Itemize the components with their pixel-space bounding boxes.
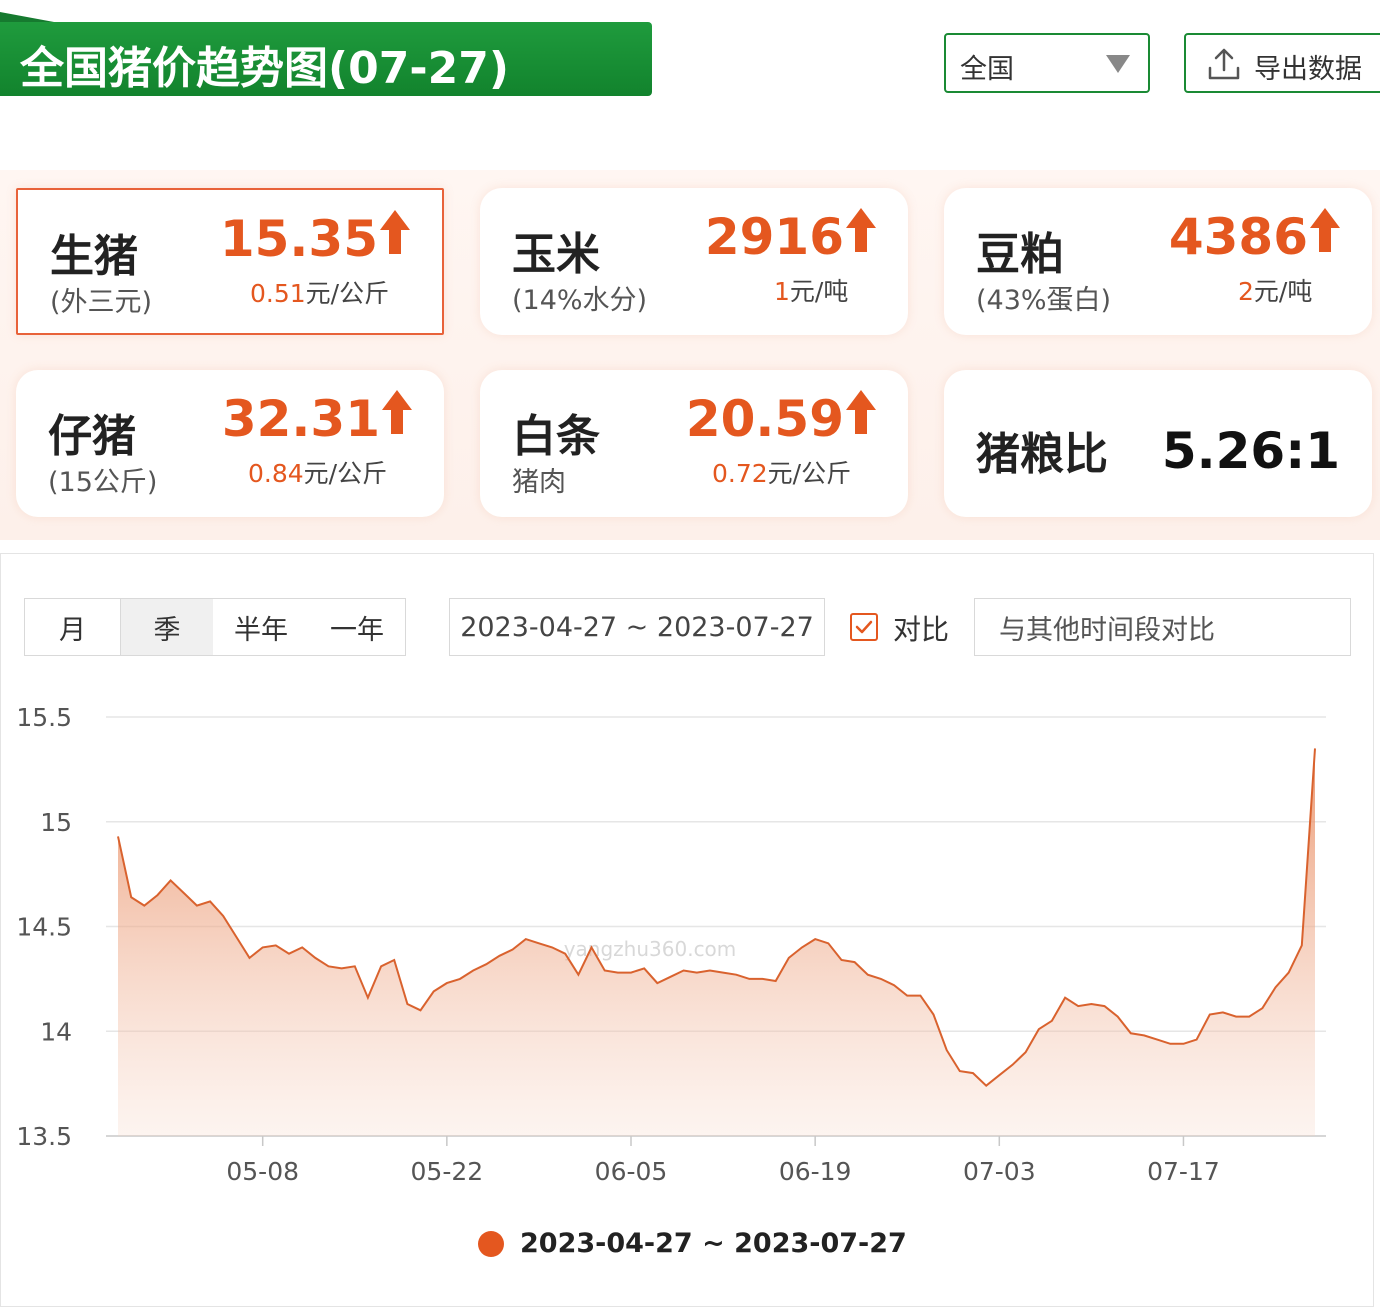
title-banner: 全国猪价趋势图(07-27)	[0, 12, 652, 96]
card-sub: 猪肉	[512, 467, 566, 498]
card-name: 生猪	[50, 231, 138, 282]
card-corn[interactable]: 玉米 (14%水分) 2916 1元/吨	[480, 188, 908, 335]
card-name: 玉米	[512, 229, 600, 280]
card-name: 豆粕	[976, 229, 1064, 280]
card-sub: (43%蛋白)	[976, 285, 1112, 316]
export-data-label: 导出数据	[1254, 54, 1362, 85]
arrow-up-icon	[380, 210, 410, 254]
compare-period-input[interactable]: 与其他时间段对比	[974, 598, 1351, 656]
y-tick-label: 14	[40, 1017, 72, 1046]
period-year[interactable]: 一年	[309, 599, 405, 655]
period-month[interactable]: 月	[25, 599, 121, 655]
card-change: 2元/吨	[1238, 277, 1313, 306]
arrow-up-icon	[382, 390, 412, 434]
legend-label: 2023-04-27 ~ 2023-07-27	[520, 1228, 907, 1259]
compare-label[interactable]: 对比	[893, 608, 949, 648]
x-tick-label: 05-22	[411, 1157, 484, 1186]
date-range-picker[interactable]: 2023-04-27 ~ 2023-07-27	[449, 598, 825, 656]
card-price: 32.31	[221, 390, 380, 448]
card-price: 2916	[704, 208, 844, 266]
x-tick-label: 07-03	[963, 1157, 1036, 1186]
arrow-up-icon	[846, 390, 876, 434]
period-selector: 月 季 半年 一年	[24, 598, 406, 656]
x-tick-label: 06-19	[779, 1157, 852, 1186]
card-sub: (14%水分)	[512, 285, 648, 316]
price-trend-chart: yangzhu360.com 15.51514.51413.5 05-08 05-…	[16, 703, 1326, 1186]
card-sub: (15公斤)	[48, 467, 158, 498]
card-price: 20.59	[685, 390, 844, 448]
region-select[interactable]: 全国	[944, 33, 1150, 93]
card-price: 15.35	[219, 210, 378, 268]
x-tick-label: 05-08	[226, 1157, 299, 1186]
card-change: 0.72元/公斤	[712, 459, 852, 488]
card-sub: (外三元)	[50, 287, 153, 318]
period-quarter[interactable]: 季	[121, 599, 213, 655]
card-pork-carcass[interactable]: 白条 猪肉 20.59 0.72元/公斤	[480, 370, 908, 517]
legend-marker	[478, 1230, 504, 1257]
export-data-button[interactable]: 导出数据	[1184, 33, 1380, 93]
card-name: 猪粮比	[976, 429, 1108, 480]
caret-down-icon	[1106, 55, 1130, 73]
card-name: 仔猪	[48, 411, 136, 462]
compare-checkbox[interactable]	[850, 613, 878, 641]
card-change: 1元/吨	[774, 277, 849, 306]
card-change: 0.51元/公斤	[250, 279, 390, 308]
card-price: 4386	[1168, 208, 1308, 266]
card-piglet[interactable]: 仔猪 (15公斤) 32.31 0.84元/公斤	[16, 370, 444, 517]
y-tick-label: 15	[40, 808, 72, 837]
y-tick-label: 14.5	[16, 913, 72, 942]
arrow-up-icon	[1310, 208, 1340, 252]
y-tick-label: 13.5	[16, 1122, 72, 1151]
card-ratio-value: 5.26:1	[1161, 422, 1340, 480]
x-tick-label: 06-05	[595, 1157, 668, 1186]
arrow-up-icon	[846, 208, 876, 252]
period-half-year[interactable]: 半年	[213, 599, 309, 655]
y-tick-label: 15.5	[16, 703, 72, 732]
card-pig-grain-ratio[interactable]: 猪粮比 5.26:1	[944, 370, 1372, 517]
card-live-pig[interactable]: 生猪 (外三元) 15.35 0.51元/公斤	[16, 188, 444, 335]
x-tick-label: 07-17	[1147, 1157, 1220, 1186]
chart-legend[interactable]: 2023-04-27 ~ 2023-07-27	[478, 1228, 907, 1259]
page-title: 全国猪价趋势图(07-27)	[20, 43, 509, 94]
upload-icon	[1208, 48, 1240, 80]
card-soybean-meal[interactable]: 豆粕 (43%蛋白) 4386 2元/吨	[944, 188, 1372, 335]
card-name: 白条	[512, 411, 600, 462]
card-change: 0.84元/公斤	[248, 459, 388, 488]
check-icon	[855, 620, 873, 634]
region-select-value: 全国	[960, 54, 1014, 85]
